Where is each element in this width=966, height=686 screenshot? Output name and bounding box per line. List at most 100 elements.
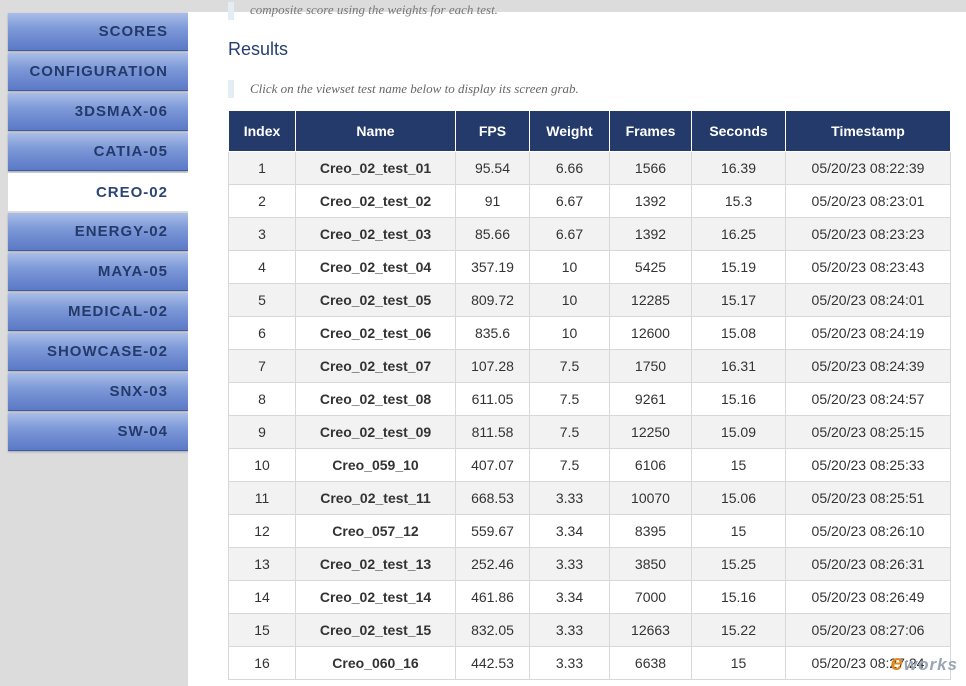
- test-name-link[interactable]: Creo_02_test_05: [295, 283, 456, 317]
- table-row: 5 Creo_02_test_05 809.72 10 12285 15.17 05/20/…: [228, 283, 951, 317]
- nav-item-medical-02[interactable]: MEDICAL-02: [8, 293, 188, 331]
- table-cell: 16.25: [691, 217, 786, 251]
- table-cell: 1750: [609, 349, 692, 383]
- table-row: 10 Creo_059_10 407.07 7.5 6106 15 05/20/23 08:…: [228, 448, 951, 482]
- table-row: 14 Creo_02_test_14 461.86 3.34 7000 15.16 05/2…: [228, 580, 951, 614]
- table-cell: 7000: [609, 580, 692, 614]
- table-cell: 15.09: [691, 415, 786, 449]
- table-cell: 12250: [609, 415, 692, 449]
- nav-item-energy-02[interactable]: ENERGY-02: [8, 213, 188, 251]
- test-name-link[interactable]: Creo_02_test_03: [295, 217, 456, 251]
- table-row: 7 Creo_02_test_07 107.28 7.5 1750 16.31 05/20/…: [228, 349, 951, 383]
- table-cell: 10: [529, 316, 610, 350]
- nav-item-scores[interactable]: SCORES: [8, 13, 188, 51]
- table-cell: 13: [228, 547, 296, 581]
- table-cell: 05/20/23 08:24:39: [785, 349, 951, 383]
- test-name-link[interactable]: Creo_02_test_13: [295, 547, 456, 581]
- test-name-link[interactable]: Creo_02_test_04: [295, 250, 456, 284]
- table-cell: 05/20/23 08:25:33: [785, 448, 951, 482]
- table-cell: 15.22: [691, 613, 786, 647]
- table-cell: 05/20/23 08:26:10: [785, 514, 951, 548]
- table-cell: 832.05: [455, 613, 530, 647]
- table-cell: 4: [228, 250, 296, 284]
- nav-item-showcase-02[interactable]: SHOWCASE-02: [8, 333, 188, 371]
- table-cell: 407.07: [455, 448, 530, 482]
- test-name-link[interactable]: Creo_02_test_15: [295, 613, 456, 647]
- table-cell: 7.5: [529, 349, 610, 383]
- nav-item-sw-04[interactable]: SW-04: [8, 413, 188, 451]
- table-cell: 05/20/23 08:27:06: [785, 613, 951, 647]
- table-cell: 15.3: [691, 184, 786, 218]
- results-table: Index Name FPS Weight Frames Seconds Tim…: [228, 110, 951, 680]
- table-cell: 05/20/23 08:23:43: [785, 250, 951, 284]
- test-name-link[interactable]: Creo_02_test_01: [295, 151, 456, 185]
- table-cell: 85.66: [455, 217, 530, 251]
- table-cell: 3: [228, 217, 296, 251]
- test-name-link[interactable]: Creo_02_test_09: [295, 415, 456, 449]
- nav-item-snx-03[interactable]: SNX-03: [8, 373, 188, 411]
- table-cell: 442.53: [455, 646, 530, 680]
- test-name-link[interactable]: Creo_02_test_08: [295, 382, 456, 416]
- main-content: composite score using the weights for ea…: [188, 0, 966, 686]
- test-name-link[interactable]: Creo_02_test_06: [295, 316, 456, 350]
- table-cell: 5425: [609, 250, 692, 284]
- test-name-link[interactable]: Creo_02_test_14: [295, 580, 456, 614]
- table-cell: 1: [228, 151, 296, 185]
- top-note-text: composite score using the weights for ea…: [250, 2, 498, 17]
- test-name-link[interactable]: Creo_060_16: [295, 646, 456, 680]
- table-cell: 10: [529, 250, 610, 284]
- table-cell: 05/20/23 08:23:23: [785, 217, 951, 251]
- table-cell: 835.6: [455, 316, 530, 350]
- table-cell: 3.34: [529, 580, 610, 614]
- table-cell: 12600: [609, 316, 692, 350]
- table-cell: 6.67: [529, 184, 610, 218]
- table-cell: 15: [691, 514, 786, 548]
- table-cell: 15.16: [691, 382, 786, 416]
- table-row: 3 Creo_02_test_03 85.66 6.67 1392 16.25 05/20/…: [228, 217, 951, 251]
- table-cell: 05/20/23 08:24:01: [785, 283, 951, 317]
- test-name-link[interactable]: Creo_057_12: [295, 514, 456, 548]
- column-header: Frames: [609, 110, 692, 152]
- table-cell: 7.5: [529, 448, 610, 482]
- nav-item-3dsmax-06[interactable]: 3DSMAX-06: [8, 93, 188, 131]
- table-row: 1 Creo_02_test_01 95.54 6.66 1566 16.39 05/20/…: [228, 151, 951, 185]
- table-cell: 15.08: [691, 316, 786, 350]
- table-row: 12 Creo_057_12 559.67 3.34 8395 15 05/20/23 08…: [228, 514, 951, 548]
- table-cell: 05/20/23 08:24:57: [785, 382, 951, 416]
- table-body: 1 Creo_02_test_01 95.54 6.66 1566 16.39 05/20/…: [228, 151, 951, 680]
- table-cell: 05/20/23 08:22:39: [785, 151, 951, 185]
- nav-item-maya-05[interactable]: MAYA-05: [8, 253, 188, 291]
- table-cell: 15: [228, 613, 296, 647]
- table-row: 13 Creo_02_test_13 252.46 3.33 3850 15.25 05/2…: [228, 547, 951, 581]
- top-note: composite score using the weights for ea…: [228, 0, 498, 20]
- table-cell: 252.46: [455, 547, 530, 581]
- test-name-link[interactable]: Creo_02_test_02: [295, 184, 456, 218]
- table-cell: 3.33: [529, 646, 610, 680]
- test-name-link[interactable]: Creo_059_10: [295, 448, 456, 482]
- table-cell: 6.67: [529, 217, 610, 251]
- table-cell: 357.19: [455, 250, 530, 284]
- table-cell: 16.31: [691, 349, 786, 383]
- table-cell: 10: [228, 448, 296, 482]
- nav-item-catia-05[interactable]: CATIA-05: [8, 133, 188, 171]
- table-cell: 2: [228, 184, 296, 218]
- table-cell: 1392: [609, 184, 692, 218]
- results-title: Results: [228, 39, 289, 59]
- table-cell: 14: [228, 580, 296, 614]
- table-cell: 15.19: [691, 250, 786, 284]
- table-row: 6 Creo_02_test_06 835.6 10 12600 15.08 05/20/2…: [228, 316, 951, 350]
- table-cell: 3850: [609, 547, 692, 581]
- table-row: 15 Creo_02_test_15 832.05 3.33 12663 15.22 05/…: [228, 613, 951, 647]
- column-header: Index: [228, 110, 296, 152]
- test-name-link[interactable]: Creo_02_test_07: [295, 349, 456, 383]
- test-name-link[interactable]: Creo_02_test_11: [295, 481, 456, 515]
- table-cell: 559.67: [455, 514, 530, 548]
- table-cell: 11: [228, 481, 296, 515]
- table-cell: 3.34: [529, 514, 610, 548]
- table-cell: 6106: [609, 448, 692, 482]
- table-cell: 8: [228, 382, 296, 416]
- table-cell: 461.86: [455, 580, 530, 614]
- hint-bar: [228, 80, 234, 98]
- nav-item-creo-02[interactable]: CREO-02: [8, 173, 188, 211]
- nav-item-configuration[interactable]: CONFIGURATION: [8, 53, 188, 91]
